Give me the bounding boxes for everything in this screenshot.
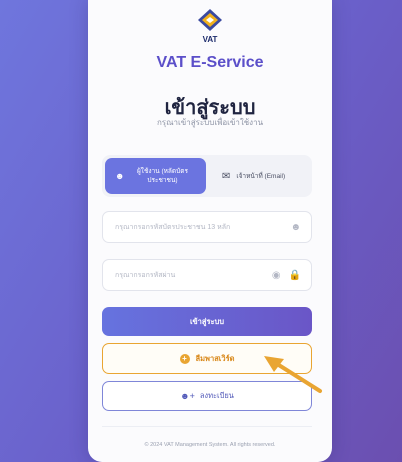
user-icon: ☻: [290, 221, 301, 233]
user-icon: ☻: [115, 171, 125, 181]
login-button[interactable]: เข้าสู่ระบบ: [102, 307, 312, 336]
footer-copyright: © 2024 VAT Management System. All rights…: [144, 442, 276, 448]
plus-circle-icon: +: [179, 353, 190, 364]
vat-logo: VAT: [198, 9, 222, 44]
page-subtitle: กรุณาเข้าสู่ระบบเพื่อเข้าใช้งาน: [156, 118, 264, 127]
citizen-id-field: ☻: [102, 211, 312, 243]
tab-citizen[interactable]: ☻ ผู้ใช้งาน (หลัดบัตรประชาชน): [105, 158, 206, 194]
login-type-tabs: ☻ ผู้ใช้งาน (หลัดบัตรประชาชน) ✉ เจ้าหน้า…: [102, 155, 312, 197]
mail-icon: ✉: [222, 170, 231, 182]
logo-text: VAT: [203, 35, 218, 44]
add-user-icon: ☻+: [180, 391, 195, 401]
eye-icon[interactable]: ◉: [272, 270, 281, 281]
tab-citizen-label: ผู้ใช้งาน (หลัดบัตรประชาชน): [137, 168, 188, 184]
password-field: ◉ 🔒: [102, 259, 312, 291]
login-button-label: เข้าสู่ระบบ: [189, 316, 225, 326]
app-name: VAT E-Service: [156, 54, 264, 71]
footer-divider: [102, 426, 312, 427]
tab-staff-label: เจ้าหน้าที่ (Email): [236, 173, 286, 180]
tab-staff-email[interactable]: ✉ เจ้าหน้าที่ (Email): [214, 158, 310, 194]
pointer-arrow-icon: [264, 356, 322, 393]
lock-icon: 🔒: [288, 269, 301, 281]
register-label: ลงทะเบียน: [199, 391, 234, 400]
password-input[interactable]: [113, 270, 264, 280]
citizen-id-input[interactable]: [113, 222, 283, 232]
forgot-password-label: ลืมพาสเวิร์ด: [195, 353, 235, 363]
